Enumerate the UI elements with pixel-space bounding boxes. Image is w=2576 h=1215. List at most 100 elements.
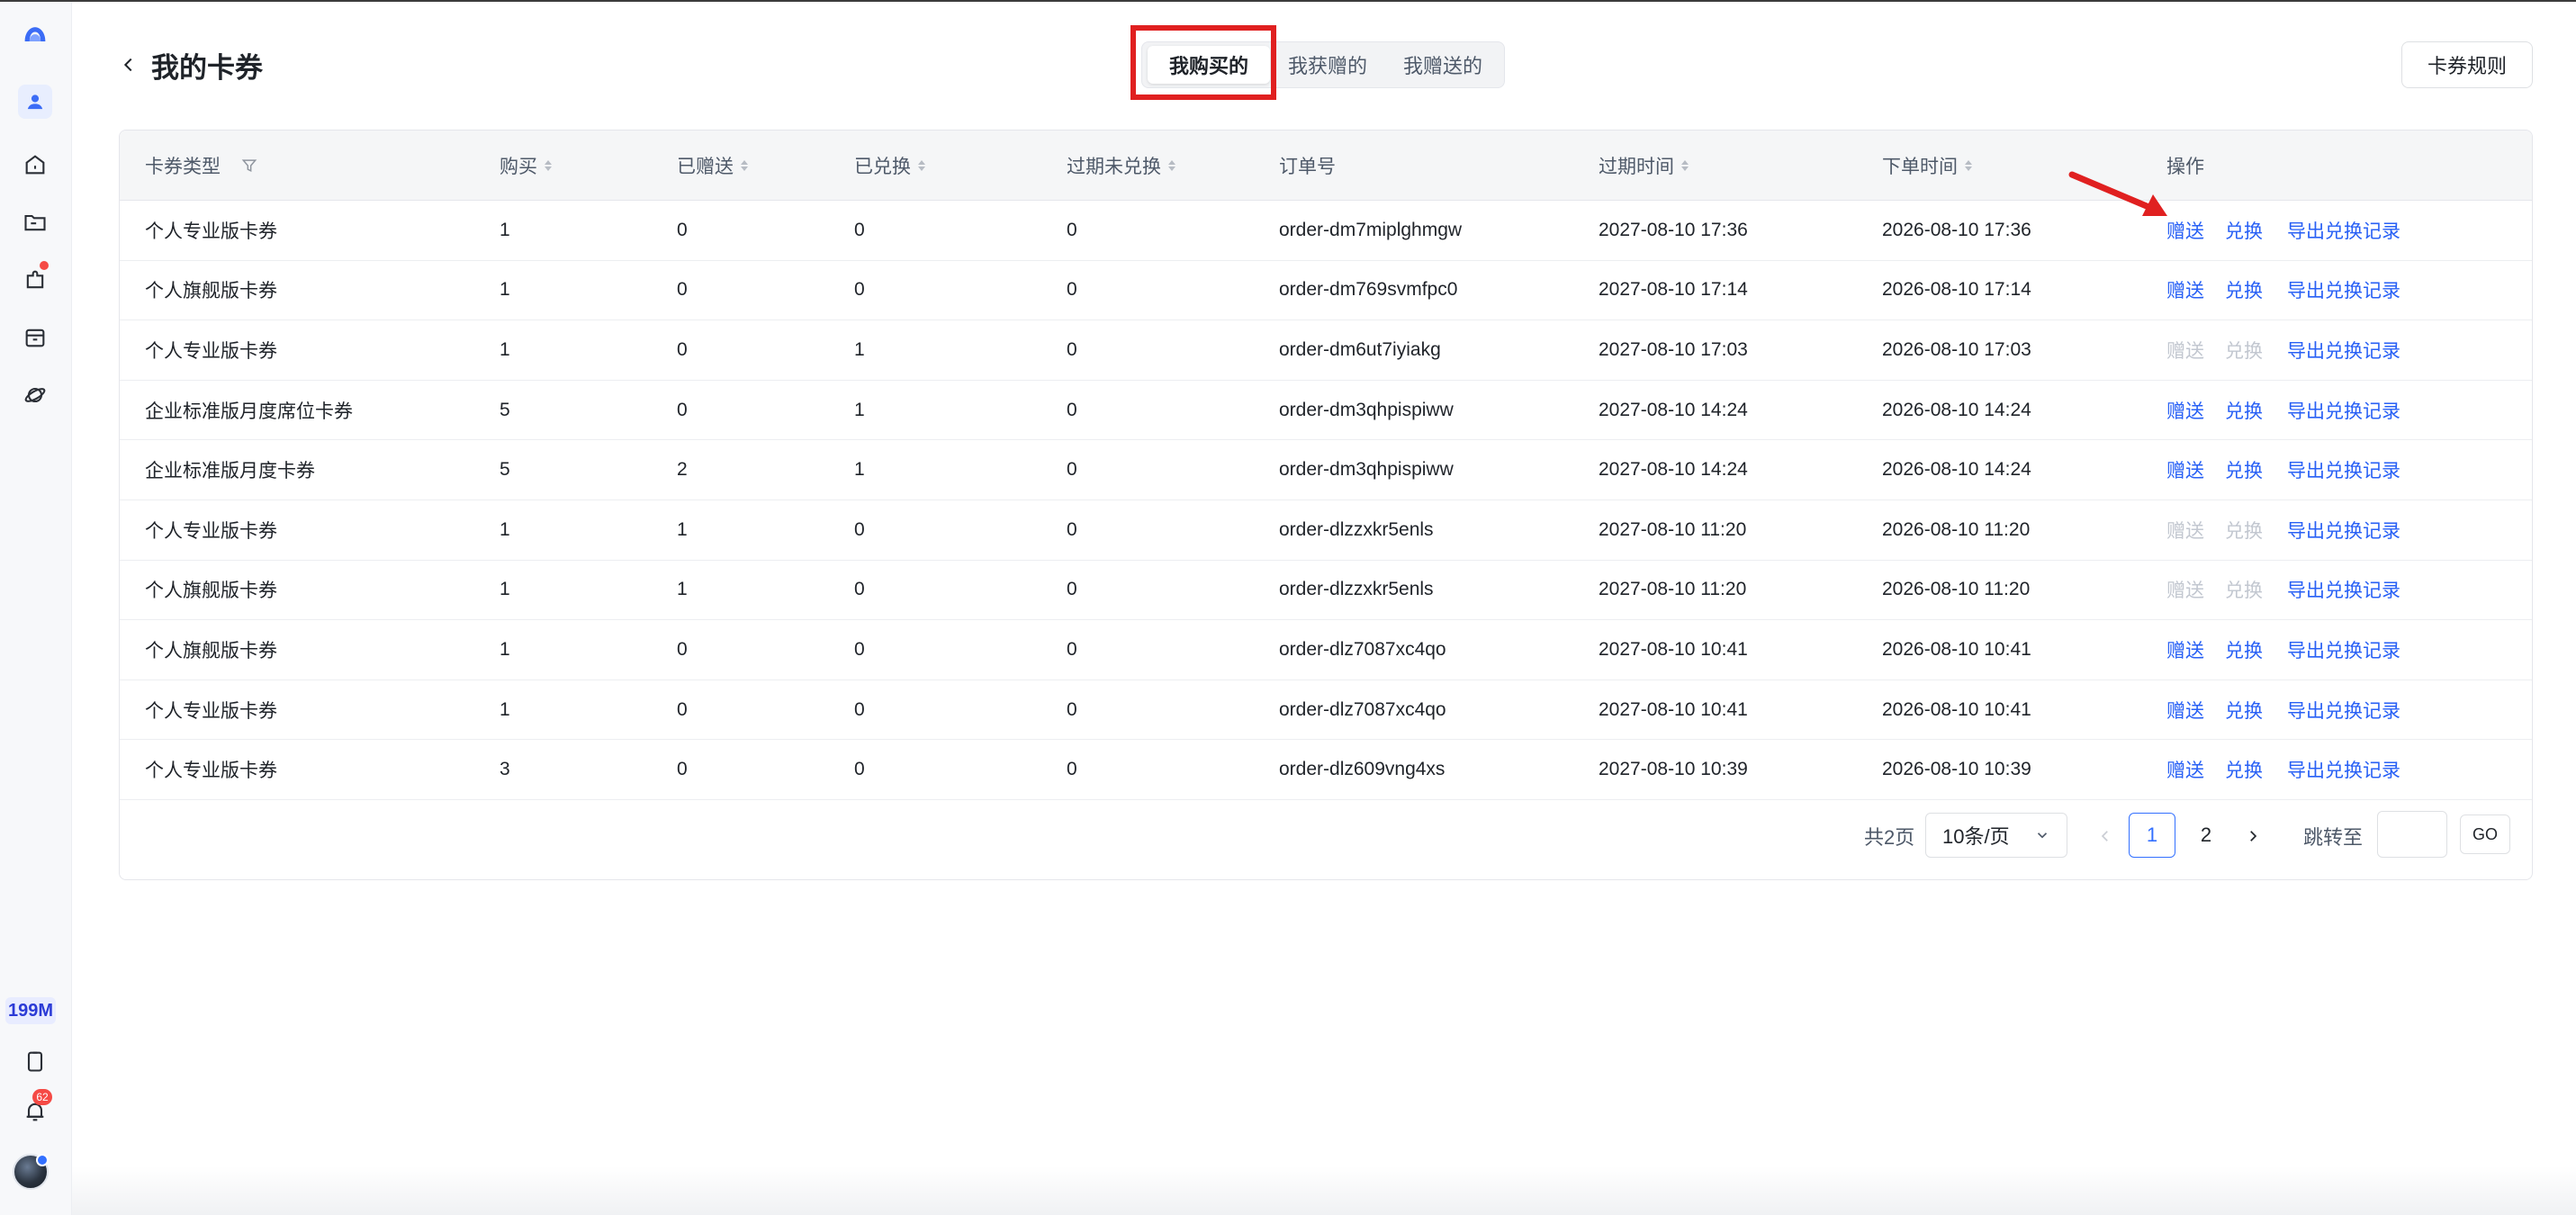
page-1-button[interactable]: 1: [2129, 813, 2175, 858]
column-header-redeemed[interactable]: 已兑换: [854, 130, 925, 201]
cell-card-type: 个人旗舰版卡券: [145, 281, 277, 302]
clipboard-icon[interactable]: [18, 1044, 52, 1078]
sort-icon: [545, 160, 552, 171]
card-rules-button[interactable]: 卡券规则: [2401, 41, 2533, 88]
cell-order-time: 2026-08-10 14:24: [1882, 459, 2031, 481]
filter-icon[interactable]: [240, 157, 258, 175]
table-row: 企业标准版月度卡券 5 2 1 0 order-dm3qhpispiww 2027-08-1…: [120, 440, 2532, 500]
avatar[interactable]: [13, 1154, 49, 1190]
cell-expire-time: 2027-08-10 17:36: [1599, 219, 1748, 240]
redeem-button[interactable]: 兑换: [2225, 440, 2263, 500]
table-row: 个人专业版卡券 1 0 0 0 order-dlz7087xc4qo 2027-08-10 …: [120, 680, 2532, 741]
table-header: 卡券类型 购买 已赠送 已兑换 过期未兑换 订单号 过期时间 下单时间 操作: [120, 130, 2532, 201]
column-header-gifted[interactable]: 已赠送: [677, 130, 748, 201]
cell-expire-time: 2027-08-10 14:24: [1599, 459, 1748, 481]
cell-order-id: order-dm769svmfpc0: [1279, 279, 1458, 301]
cell-bought: 1: [500, 638, 510, 660]
column-header-order-time[interactable]: 下单时间: [1882, 130, 1972, 201]
redeem-button[interactable]: 兑换: [2225, 620, 2263, 680]
chevron-left-icon: [123, 58, 132, 72]
export-records-link[interactable]: 导出兑换记录: [2287, 740, 2400, 799]
home-icon[interactable]: [18, 148, 52, 182]
cell-bought: 5: [500, 459, 510, 481]
column-label: 卡券类型: [145, 157, 221, 177]
cell-gifted: 2: [677, 459, 688, 481]
column-header-expire-time[interactable]: 过期时间: [1599, 130, 1689, 201]
column-label: 操作: [2166, 157, 2204, 177]
export-records-link[interactable]: 导出兑换记录: [2287, 381, 2400, 440]
cell-order-time: 2026-08-10 11:20: [1882, 579, 2031, 600]
export-records-link[interactable]: 导出兑换记录: [2287, 320, 2400, 380]
gift-button[interactable]: 赠送: [2166, 381, 2204, 440]
archive-icon[interactable]: [18, 320, 52, 355]
tab-sent[interactable]: 我赠送的: [1385, 46, 1500, 84]
gift-button[interactable]: 赠送: [2166, 261, 2204, 320]
cell-redeemed: 1: [854, 338, 865, 360]
cell-gifted: 0: [677, 279, 688, 301]
redeem-button[interactable]: 兑换: [2225, 381, 2263, 440]
cell-order-time: 2026-08-10 17:03: [1882, 338, 2031, 360]
page-size-select[interactable]: 10条/页: [1925, 813, 2067, 858]
export-records-link[interactable]: 导出兑换记录: [2287, 440, 2400, 500]
window-top-border: [0, 0, 2576, 2]
gift-button[interactable]: 赠送: [2166, 201, 2204, 260]
plugin-notification-dot: [40, 261, 49, 270]
planet-icon[interactable]: [18, 378, 52, 412]
cell-gifted: 1: [677, 518, 688, 540]
cell-expire-time: 2027-08-10 14:24: [1599, 399, 1748, 420]
cell-order-id: order-dm6ut7iyiakg: [1279, 338, 1441, 360]
cell-redeemed: 0: [854, 759, 865, 780]
gift-button[interactable]: 赠送: [2166, 620, 2204, 680]
jump-to-page-input[interactable]: [2377, 811, 2447, 858]
cell-order-id: order-dm7miplghmgw: [1279, 219, 1463, 240]
cell-card-type: 个人专业版卡券: [145, 700, 277, 722]
page-2-button[interactable]: 2: [2183, 813, 2229, 858]
cell-gifted: 0: [677, 698, 688, 720]
redeem-button[interactable]: 兑换: [2225, 740, 2263, 799]
cell-bought: 1: [500, 579, 510, 600]
column-header-bought[interactable]: 购买: [500, 130, 552, 201]
storage-usage-badge[interactable]: 199M: [5, 997, 56, 1024]
bottom-shadow: [72, 1166, 2576, 1215]
jump-to-label: 跳转至: [2303, 826, 2364, 849]
back-button[interactable]: 我的卡券: [119, 47, 263, 84]
tab-purchased[interactable]: 我购买的: [1148, 46, 1271, 84]
cell-expired-unredeemed: 0: [1067, 759, 1077, 780]
export-records-link[interactable]: 导出兑换记录: [2287, 561, 2400, 620]
export-records-link[interactable]: 导出兑换记录: [2287, 620, 2400, 680]
notification-count-badge: 62: [32, 1089, 52, 1105]
cell-expired-unredeemed: 0: [1067, 338, 1077, 360]
gift-button[interactable]: 赠送: [2166, 740, 2204, 799]
cell-bought: 1: [500, 518, 510, 540]
table-row: 个人专业版卡券 1 1 0 0 order-dlzzxkr5enls 2027-08-10 …: [120, 500, 2532, 561]
cell-redeemed: 0: [854, 579, 865, 600]
export-records-link[interactable]: 导出兑换记录: [2287, 680, 2400, 740]
column-header-order-id: 订单号: [1279, 130, 1336, 201]
gift-button[interactable]: 赠送: [2166, 440, 2204, 500]
export-records-link[interactable]: 导出兑换记录: [2287, 201, 2400, 260]
cell-expired-unredeemed: 0: [1067, 459, 1077, 481]
go-button[interactable]: GO: [2460, 814, 2510, 854]
column-label: 订单号: [1279, 157, 1336, 177]
export-records-link[interactable]: 导出兑换记录: [2287, 261, 2400, 320]
user-icon[interactable]: [18, 85, 52, 119]
logo-icon[interactable]: [18, 18, 52, 52]
column-header-expired-unredeemed[interactable]: 过期未兑换: [1067, 130, 1175, 201]
sidebar: 199M 62: [0, 2, 72, 1215]
page-size-value: 10条/页: [1942, 825, 2010, 848]
folder-icon[interactable]: [18, 205, 52, 239]
cell-expire-time: 2027-08-10 10:39: [1599, 759, 1748, 780]
redeem-button[interactable]: 兑换: [2225, 201, 2263, 260]
prev-page-button[interactable]: [2089, 818, 2121, 854]
redeem-button[interactable]: 兑换: [2225, 680, 2263, 740]
redeem-button[interactable]: 兑换: [2225, 261, 2263, 320]
export-records-link[interactable]: 导出兑换记录: [2287, 500, 2400, 560]
cell-expire-time: 2027-08-10 10:41: [1599, 638, 1748, 660]
tab-received[interactable]: 我获赠的: [1270, 46, 1385, 84]
sort-icon: [918, 160, 925, 171]
cell-bought: 5: [500, 399, 510, 420]
next-page-button[interactable]: [2237, 818, 2269, 854]
gift-button[interactable]: 赠送: [2166, 680, 2204, 740]
cell-redeemed: 0: [854, 279, 865, 301]
cell-order-time: 2026-08-10 17:36: [1882, 219, 2031, 240]
